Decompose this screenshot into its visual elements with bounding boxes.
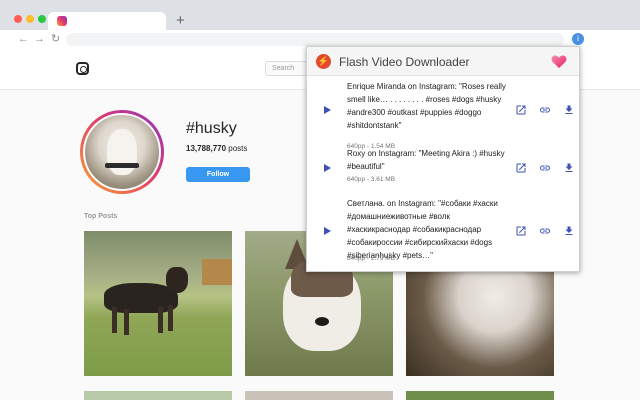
- fence-shape: [202, 259, 232, 285]
- download-icon[interactable]: [563, 225, 575, 237]
- popup-header: ⚡ Flash Video Downloader: [307, 47, 579, 76]
- post-thumbnail[interactable]: [245, 391, 393, 400]
- hashtag-title: #husky: [186, 120, 237, 137]
- lightning-logo-icon: ⚡: [316, 54, 331, 69]
- hashtag-avatar: [80, 110, 164, 194]
- post-thumbnail[interactable]: [406, 391, 554, 400]
- dog-head-shape: [166, 267, 188, 293]
- avatar-dog-shape: [107, 129, 137, 175]
- extension-icon[interactable]: i: [572, 33, 584, 45]
- video-title: Светлана. on Instagram: "#собаки #хаски …: [347, 199, 498, 260]
- copy-link-icon[interactable]: [539, 225, 551, 237]
- browser-tab[interactable]: [48, 12, 166, 30]
- play-icon[interactable]: [324, 164, 331, 172]
- posts-count-number: 13,788,770: [186, 144, 227, 153]
- video-list-item: Enrique Miranda on Instagram: "Roses rea…: [307, 80, 579, 150]
- follow-button[interactable]: Follow: [186, 167, 250, 182]
- instagram-camera-icon[interactable]: [76, 62, 89, 75]
- posts-count: 13,788,770 posts: [186, 144, 247, 153]
- post-thumbnail[interactable]: [84, 391, 232, 400]
- video-meta: 640pp - 3.61 MB: [347, 176, 396, 183]
- dog-leg-shape: [124, 309, 129, 335]
- video-title: Roxy on Instagram: "Meeting Akira :) #hu…: [347, 149, 505, 171]
- copy-link-icon[interactable]: [539, 162, 551, 174]
- open-external-icon[interactable]: [515, 225, 527, 237]
- husky-nose-shape: [315, 317, 329, 326]
- address-bar[interactable]: [66, 33, 564, 46]
- download-icon[interactable]: [563, 104, 575, 116]
- close-window-button[interactable]: [14, 15, 22, 23]
- dog-leg-shape: [158, 307, 163, 333]
- back-arrow-icon[interactable]: ←: [18, 32, 29, 46]
- copy-link-icon[interactable]: [539, 104, 551, 116]
- tab-strip: +: [0, 0, 640, 30]
- play-icon[interactable]: [324, 227, 331, 235]
- dog-leg-shape: [112, 307, 117, 333]
- browser-chrome: + ← → ↻ i: [0, 0, 640, 48]
- open-external-icon[interactable]: [515, 162, 527, 174]
- new-tab-button[interactable]: +: [176, 13, 185, 28]
- video-title: Enrique Miranda on Instagram: "Roses rea…: [347, 82, 506, 130]
- video-list-item: Roxy on Instagram: "Meeting Akira :) #hu…: [307, 147, 579, 191]
- download-icon[interactable]: [563, 162, 575, 174]
- maximize-window-button[interactable]: [38, 15, 46, 23]
- video-list-item: Светлана. on Instagram: "#собаки #хаски …: [307, 197, 579, 271]
- dog-leg-shape: [168, 305, 173, 331]
- instagram-favicon-icon: [57, 16, 67, 26]
- video-meta: 640pp - 2.79 MB: [347, 255, 396, 262]
- popup-title: Flash Video Downloader: [339, 55, 470, 69]
- open-external-icon[interactable]: [515, 104, 527, 116]
- flash-video-downloader-popup: ⚡ Flash Video Downloader Enrique Miranda…: [306, 46, 580, 272]
- forward-arrow-icon[interactable]: →: [34, 32, 45, 46]
- minimize-window-button[interactable]: [26, 15, 34, 23]
- reload-icon[interactable]: ↻: [51, 32, 60, 46]
- post-thumbnail[interactable]: [84, 231, 232, 376]
- avatar-dog-collar: [105, 163, 139, 168]
- posts-count-label: posts: [226, 144, 248, 153]
- heart-icon[interactable]: [551, 54, 567, 69]
- play-icon[interactable]: [324, 106, 331, 114]
- top-posts-heading: Top Posts: [84, 213, 118, 220]
- husky-avatar-image: [83, 113, 161, 191]
